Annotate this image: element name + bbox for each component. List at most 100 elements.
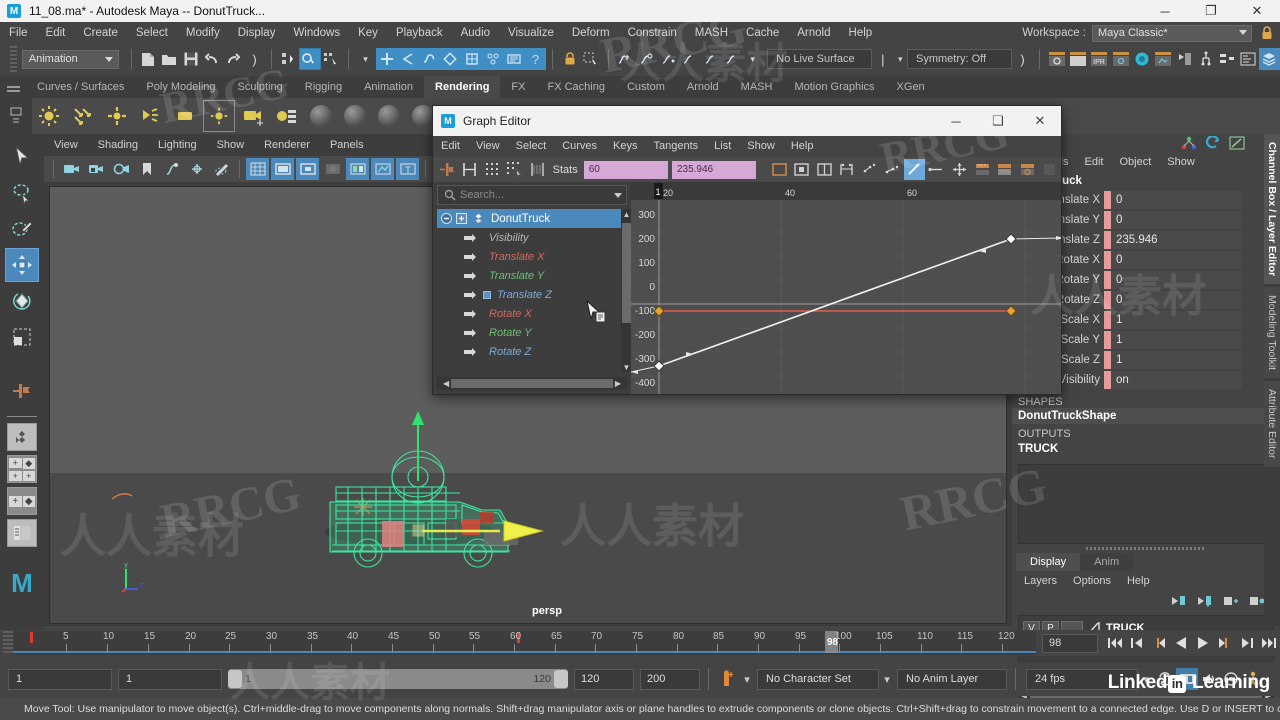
viewport-menu-shading[interactable]: Shading [88, 134, 148, 156]
shelf-tab-rigging[interactable]: Rigging [294, 76, 353, 98]
graph-icon[interactable] [1228, 135, 1246, 151]
layer-menu-options[interactable]: Options [1065, 575, 1119, 587]
range-end-handle[interactable] [554, 670, 568, 688]
point-light-icon[interactable] [101, 100, 133, 132]
open-scene-icon[interactable] [159, 48, 180, 70]
live-surface-field[interactable]: No Live Surface [767, 49, 873, 69]
phong-material-icon[interactable] [373, 100, 405, 132]
expand-icon[interactable] [456, 213, 467, 224]
directional-light-icon[interactable] [67, 100, 99, 132]
snap-point-icon[interactable] [418, 48, 440, 70]
shelf-tab-mash[interactable]: MASH [730, 76, 784, 98]
scroll-right-icon[interactable]: ▶ [615, 379, 621, 388]
snap-proj4-icon[interactable] [678, 48, 699, 70]
snap-view-plane-icon[interactable] [461, 48, 483, 70]
ambient-light-icon[interactable] [33, 100, 65, 132]
select-tool-icon[interactable] [5, 140, 39, 174]
single-perspective-layout-icon[interactable] [7, 423, 37, 451]
channel-box-output-name[interactable]: TRUCK [1012, 440, 1280, 458]
grease-pencil-icon[interactable] [210, 158, 233, 180]
ge-menu-view[interactable]: View [468, 136, 508, 157]
gate-mask-icon[interactable] [321, 158, 344, 180]
range-bar[interactable]: 1 120 [228, 669, 568, 689]
render-view-icon[interactable] [1152, 48, 1173, 70]
render-history-icon[interactable] [503, 48, 525, 70]
step-forward-frame-icon[interactable] [1236, 632, 1258, 654]
layer-tab-anim[interactable]: Anim [1080, 553, 1134, 571]
snap-projected-icon[interactable] [439, 48, 462, 70]
shelf-tab-rendering[interactable]: Rendering [424, 76, 501, 98]
attribute-editor-icon[interactable] [1237, 48, 1258, 70]
curve-visibility-icon[interactable] [463, 250, 479, 264]
ge-menu-keys[interactable]: Keys [605, 136, 645, 157]
chevron-down-icon[interactable] [614, 193, 622, 198]
new-scene-icon[interactable] [138, 48, 159, 70]
blinn-material-icon[interactable] [339, 100, 371, 132]
undo-icon[interactable] [201, 48, 222, 70]
menu-cache[interactable]: Cache [737, 22, 788, 44]
construction-history-icon[interactable]: ? [524, 48, 547, 70]
channel-value[interactable]: 1 [1111, 311, 1242, 329]
search-input[interactable]: Search... [437, 185, 627, 205]
shelf-tab-sculpting[interactable]: Sculpting [227, 76, 294, 98]
four-view-layout-icon[interactable]: + ◆ + + [7, 455, 37, 483]
play-backwards-icon[interactable] [1170, 632, 1192, 654]
viewport-menu-show[interactable]: Show [207, 134, 255, 156]
step-forward-key-icon[interactable] [1214, 632, 1236, 654]
chevron-small-icon[interactable]: ▾ [742, 48, 763, 70]
frame-selection-icon[interactable] [814, 159, 835, 180]
volume-light-icon[interactable] [203, 100, 235, 132]
anim-layer-select[interactable]: No Anim Layer [897, 668, 1007, 690]
tree-item-visibility[interactable]: Visibility [437, 228, 627, 247]
vtab-channel-box-layer-editor[interactable]: Channel Box / Layer Editor [1264, 134, 1280, 285]
stats-time-field[interactable]: 60 [583, 160, 668, 179]
tree-item-translate-x[interactable]: Translate X [437, 247, 627, 266]
shelf-tab-animation[interactable]: Animation [353, 76, 424, 98]
outliner-icon[interactable] [1195, 48, 1216, 70]
scroll-up-icon[interactable]: ▲ [622, 209, 631, 219]
post-infinity-icon[interactable] [882, 159, 903, 180]
ge-menu-show[interactable]: Show [739, 136, 783, 157]
viewport-menu-panels[interactable]: Panels [320, 134, 374, 156]
shelf-tab-fx[interactable]: FX [500, 76, 536, 98]
chevron-small-icon[interactable]: ▾ [893, 49, 907, 69]
render-region-icon[interactable] [1067, 48, 1088, 70]
cb-menu-edit[interactable]: Edit [1076, 152, 1111, 172]
node-editor-icon[interactable] [1216, 48, 1237, 70]
vtab-attribute-editor[interactable]: Attribute Editor [1264, 381, 1280, 467]
scale-tool-icon[interactable] [5, 320, 39, 354]
curve-visibility-icon[interactable] [463, 345, 479, 359]
frame-all-icon[interactable] [769, 159, 790, 180]
shelf-tab-motion-graphics[interactable]: Motion Graphics [783, 76, 885, 98]
vtab-modeling-toolkit[interactable]: Modeling Toolkit [1264, 287, 1280, 379]
menu-playback[interactable]: Playback [387, 22, 452, 44]
region-keys-icon[interactable] [527, 159, 548, 180]
auto-tangent-icon[interactable] [904, 159, 925, 180]
channel-value[interactable]: on [1111, 371, 1242, 389]
ge-menu-tangents[interactable]: Tangents [646, 136, 707, 157]
curve-visibility-icon[interactable] [463, 231, 479, 245]
animation-end-field[interactable]: 200 [640, 668, 700, 690]
tree-item-rotate-z[interactable]: Rotate Z [437, 342, 627, 361]
ge-menu-edit[interactable]: Edit [433, 136, 468, 157]
tree-item-translate-z[interactable]: Translate Z [437, 285, 627, 304]
outliner-scroll-thumb[interactable] [622, 223, 631, 323]
spot-light-icon[interactable] [135, 100, 167, 132]
layer-menu-help[interactable]: Help [1119, 575, 1158, 587]
xray-icon[interactable] [371, 158, 394, 180]
stats-value-field[interactable]: 235.946 [671, 160, 757, 179]
snap-proj3-icon[interactable] [657, 48, 678, 70]
outliner-hscroll-thumb[interactable] [451, 379, 613, 388]
move-nearest-picked-key-icon[interactable] [437, 159, 458, 180]
pre-infinity-icon[interactable] [859, 159, 880, 180]
two-d-pan-zoom-icon[interactable] [185, 158, 208, 180]
range-end-field[interactable]: 120 [574, 668, 634, 690]
ge-minimize-button[interactable]: ─ [935, 106, 977, 136]
menu-create[interactable]: Create [74, 22, 127, 44]
viewport-menu-renderer[interactable]: Renderer [254, 134, 320, 156]
current-frame-field[interactable]: 98 [1042, 633, 1098, 653]
menu-select[interactable]: Select [127, 22, 177, 44]
camera-attributes-icon[interactable] [110, 158, 133, 180]
menu-file[interactable]: File [0, 22, 37, 44]
add-keys-icon[interactable] [482, 159, 503, 180]
